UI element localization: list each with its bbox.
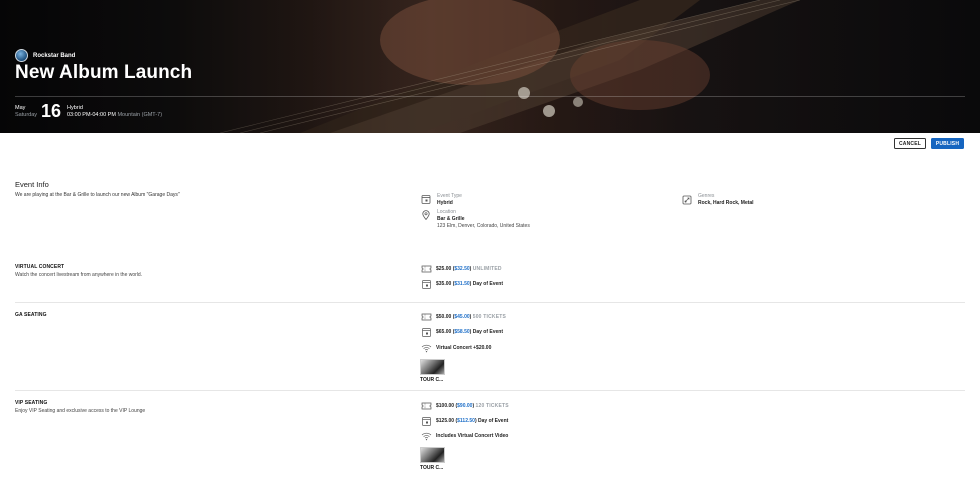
ticket-price-line: $50.00 ($45.00) 500 TICKETS [421,312,506,322]
section-divider [15,390,965,391]
event-month: May [15,105,26,111]
ticket-icon [421,265,432,273]
ticket-title: GA SEATING [15,312,47,318]
genres-icon [682,195,692,205]
event-day: 16 [41,101,62,121]
event-description: We are playing at the Bar & Grille to la… [15,192,180,198]
organizer[interactable]: Rockstar Band [15,49,75,62]
wifi-icon [421,344,432,353]
genres-value: Rock, Hard Rock, Metal [698,200,754,206]
wifi-icon [421,432,432,441]
calendar-icon [422,280,431,289]
location-address: 123 Elm, Denver, Colorado, United States [437,223,530,229]
event-time: 03:00 PM-04:00 PM [67,112,116,118]
ticket-description: Watch the concert livestream from anywhe… [15,272,143,278]
ticket-title: VIP SEATING [15,400,48,406]
event-kind: Hybrid [67,105,83,111]
publish-button[interactable]: PUBLISH [931,138,964,149]
event-title: New Album Launch [15,62,193,83]
day-of-event-line: $35.00 ($31.50) Day of Event [421,279,503,289]
ticket-icon [421,402,432,410]
location-name: Bar & Grille [437,216,465,222]
virtual-addon-line: Includes Virtual Concert Video [421,431,508,441]
organizer-name: Rockstar Band [33,52,76,59]
ticket-price-line: $100.00 ($90.00) 120 TICKETS [421,401,509,411]
addon-label: TOUR C... [420,465,444,471]
ticket-quantity: UNLIMITED [472,266,502,272]
ticket-price: $25.00 [436,266,452,272]
ticket-title: VIRTUAL CONCERT [15,264,65,270]
organizer-avatar [15,49,28,62]
day-of-event-line: $125.00 ($112.50) Day of Event [421,416,508,426]
event-type-value: Hybrid [437,200,453,206]
day-of-event-line: $65.00 ($58.50) Day of Event [421,327,503,337]
event-type-label: Event Type [437,193,462,199]
location-pin-icon [422,210,430,220]
cancel-button[interactable]: CANCEL [894,138,926,149]
event-type-icon [421,195,431,204]
hero-divider [15,96,965,97]
genres-label: Genres [698,193,715,199]
addon-thumbnail[interactable] [420,447,445,463]
ticket-description: Enjoy VIP Seating and exclusive access t… [15,408,146,414]
event-time-row: 03:00 PM-04:00 PM Mountain (GMT-7) [67,112,162,118]
event-weekday: Saturday [15,112,38,118]
event-hero: Rockstar Band New Album Launch May Satur… [0,0,980,133]
addon-thumbnail[interactable] [420,359,445,375]
addon-label: TOUR C... [420,377,444,383]
ticket-icon [421,313,432,321]
ticket-discount-price: $32.50 [454,266,470,272]
event-timezone: Mountain (GMT-7) [117,112,163,118]
event-info-heading: Event Info [15,180,49,189]
virtual-addon-line: Virtual Concert +$20.00 [421,343,491,353]
calendar-icon [422,417,431,426]
calendar-icon [422,328,431,337]
location-label: Location [437,209,456,215]
ticket-price-line: $25.00 ($32.50) UNLIMITED [421,264,502,274]
section-divider [15,302,965,303]
